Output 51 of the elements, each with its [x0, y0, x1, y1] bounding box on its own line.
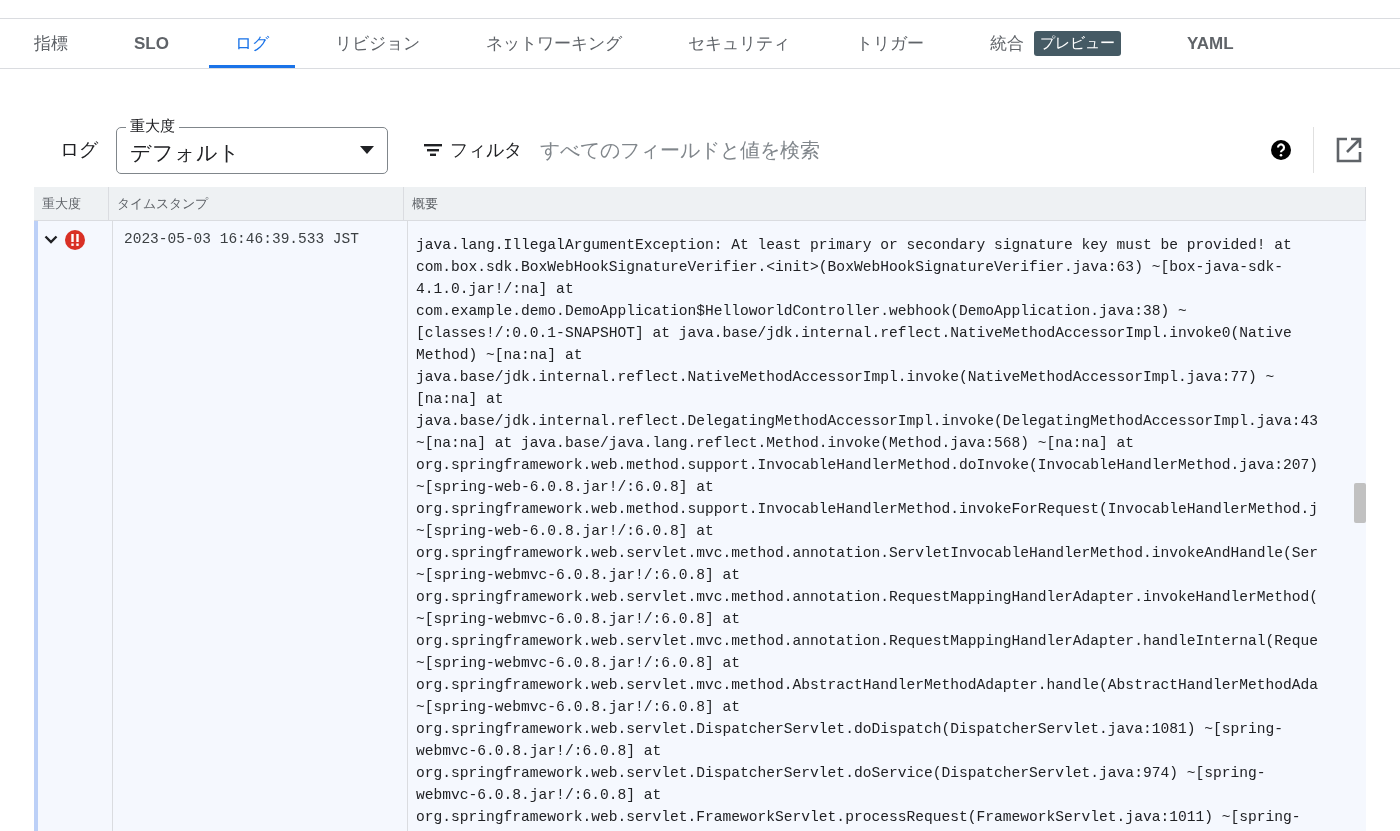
severity-select[interactable]: 重大度 デフォルト: [116, 116, 388, 174]
log-message-line: org.springframework.web.servlet.mvc.method.AbstractHandlerMethodAdapter.handle(AbstractHandlerMethodAda: [416, 676, 1320, 695]
log-message-line: org.springframework.web.servlet.DispatcherServlet.doService(DispatcherServlet.java:974) ~[spring-: [416, 764, 1267, 783]
log-message-line: com.example.demo.DemoApplication$HelloworldController.webhook(DemoApplication.java:38) ~: [416, 302, 1188, 321]
log-message-line: org.springframework.web.servlet.mvc.method.annotation.RequestMappingHandlerAdapter.handleInternal(Reque: [416, 632, 1320, 651]
timestamp: 2023-05-03 16:46:39.533 JST: [124, 231, 359, 247]
log-message-line: com.box.sdk.BoxWebHookSignatureVerifier.<init>(BoxWebHookSignatureVerifier.java:63) ~[box-java-sdk-: [416, 258, 1284, 277]
collapse-chevron-icon[interactable]: [44, 235, 58, 245]
log-message-line: ~[spring-web-6.0.8.jar!/:6.0.8] at: [416, 522, 715, 541]
column-header: 概要: [404, 187, 1366, 220]
log-message-line: org.springframework.web.method.support.InvocableHandlerMethod.doInvoke(InvocableHandlerMethod.java:207): [416, 456, 1320, 475]
log-message-line: [classes!/:0.0.1-SNAPSHOT] at java.base/jdk.internal.reflect.NativeMethodAccessorImpl.invoke0(Native: [416, 324, 1293, 343]
logs-title: ログ: [60, 138, 98, 162]
log-message-line: ~[spring-webmvc-6.0.8.jar!/:6.0.8] at: [416, 698, 742, 717]
tab[interactable]: SLO: [108, 19, 195, 68]
log-message-line: ~[spring-webmvc-6.0.8.jar!/:6.0.8] at: [416, 610, 742, 629]
tab[interactable]: セキュリティ: [661, 19, 816, 68]
help-icon: [1271, 140, 1291, 160]
log-message-line: ~[spring-webmvc-6.0.8.jar!/:6.0.8] at: [416, 566, 742, 585]
tab[interactable]: リビジョン: [308, 19, 446, 68]
log-message-line: org.springframework.web.method.support.InvocableHandlerMethod.invokeForRequest(InvocableHandlerMethod.j: [416, 500, 1320, 519]
tab[interactable]: 統合 プレビュー: [963, 19, 1147, 68]
log-message-line: ~[na:na] at java.base/java.lang.reflect.Method.invoke(Method.java:568) ~[na:na] at: [416, 434, 1136, 453]
log-message-line: 4.1.0.jar!/:na] at: [416, 280, 575, 299]
preview-badge: プレビュー: [1033, 31, 1121, 56]
tab[interactable]: YAML: [1160, 19, 1260, 68]
log-message-line: Method) ~[na:na] at: [416, 346, 584, 365]
log-message-line: webmvc-6.0.8.jar!/:6.0.8] at: [416, 786, 663, 805]
log-message-line: org.springframework.web.servlet.mvc.method.annotation.RequestMappingHandlerAdapter.invokeHandlerMethod(: [416, 588, 1320, 607]
filter-icon: [424, 144, 442, 156]
log-message-line: java.base/jdk.internal.reflect.DelegatingMethodAccessorImpl.invoke(DelegatingMethodAccessorImpl.java:43: [416, 412, 1320, 431]
tab[interactable]: ログ: [208, 19, 295, 68]
tab[interactable]: トリガー: [829, 19, 950, 68]
dropdown-caret-icon: [360, 146, 374, 154]
column-header: 重大度: [34, 187, 109, 220]
log-message-line: ~[spring-webmvc-6.0.8.jar!/:6.0.8] at: [416, 654, 742, 673]
log-message-line: org.springframework.web.servlet.DispatcherServlet.doDispatch(DispatcherServlet.java:1081) ~[spring-: [416, 720, 1284, 739]
log-message-line: java.base/jdk.internal.reflect.NativeMethodAccessorImpl.invoke(NativeMethodAccessorImpl.java:77) ~: [416, 368, 1276, 387]
log-message-line: [na:na] at: [416, 390, 505, 409]
open-external-icon: [1336, 137, 1362, 163]
log-message-line: ~[spring-web-6.0.8.jar!/:6.0.8] at: [416, 478, 715, 497]
scrollbar-thumb[interactable]: [1354, 483, 1366, 523]
column-header: タイムスタンプ: [109, 187, 404, 220]
tab[interactable]: ネットワーキング: [459, 19, 648, 68]
log-message-line: java.lang.IllegalArgumentException: At least primary or secondary signature key must be provided! at: [416, 236, 1293, 255]
log-message-line: org.springframework.web.servlet.FrameworkServlet.processRequest(FrameworkServlet.java:1011) ~[spring-: [416, 808, 1302, 827]
error-icon: [64, 229, 86, 251]
log-message-line: webmvc-6.0.8.jar!/:6.0.8] at: [416, 742, 663, 761]
log-message-line: org.springframework.web.servlet.mvc.method.annotation.ServletInvocableHandlerMethod.invokeAndHandle(Ser: [416, 544, 1320, 563]
filter-button[interactable]: フィルタ: [418, 137, 528, 163]
tab[interactable]: 指標: [8, 19, 94, 68]
